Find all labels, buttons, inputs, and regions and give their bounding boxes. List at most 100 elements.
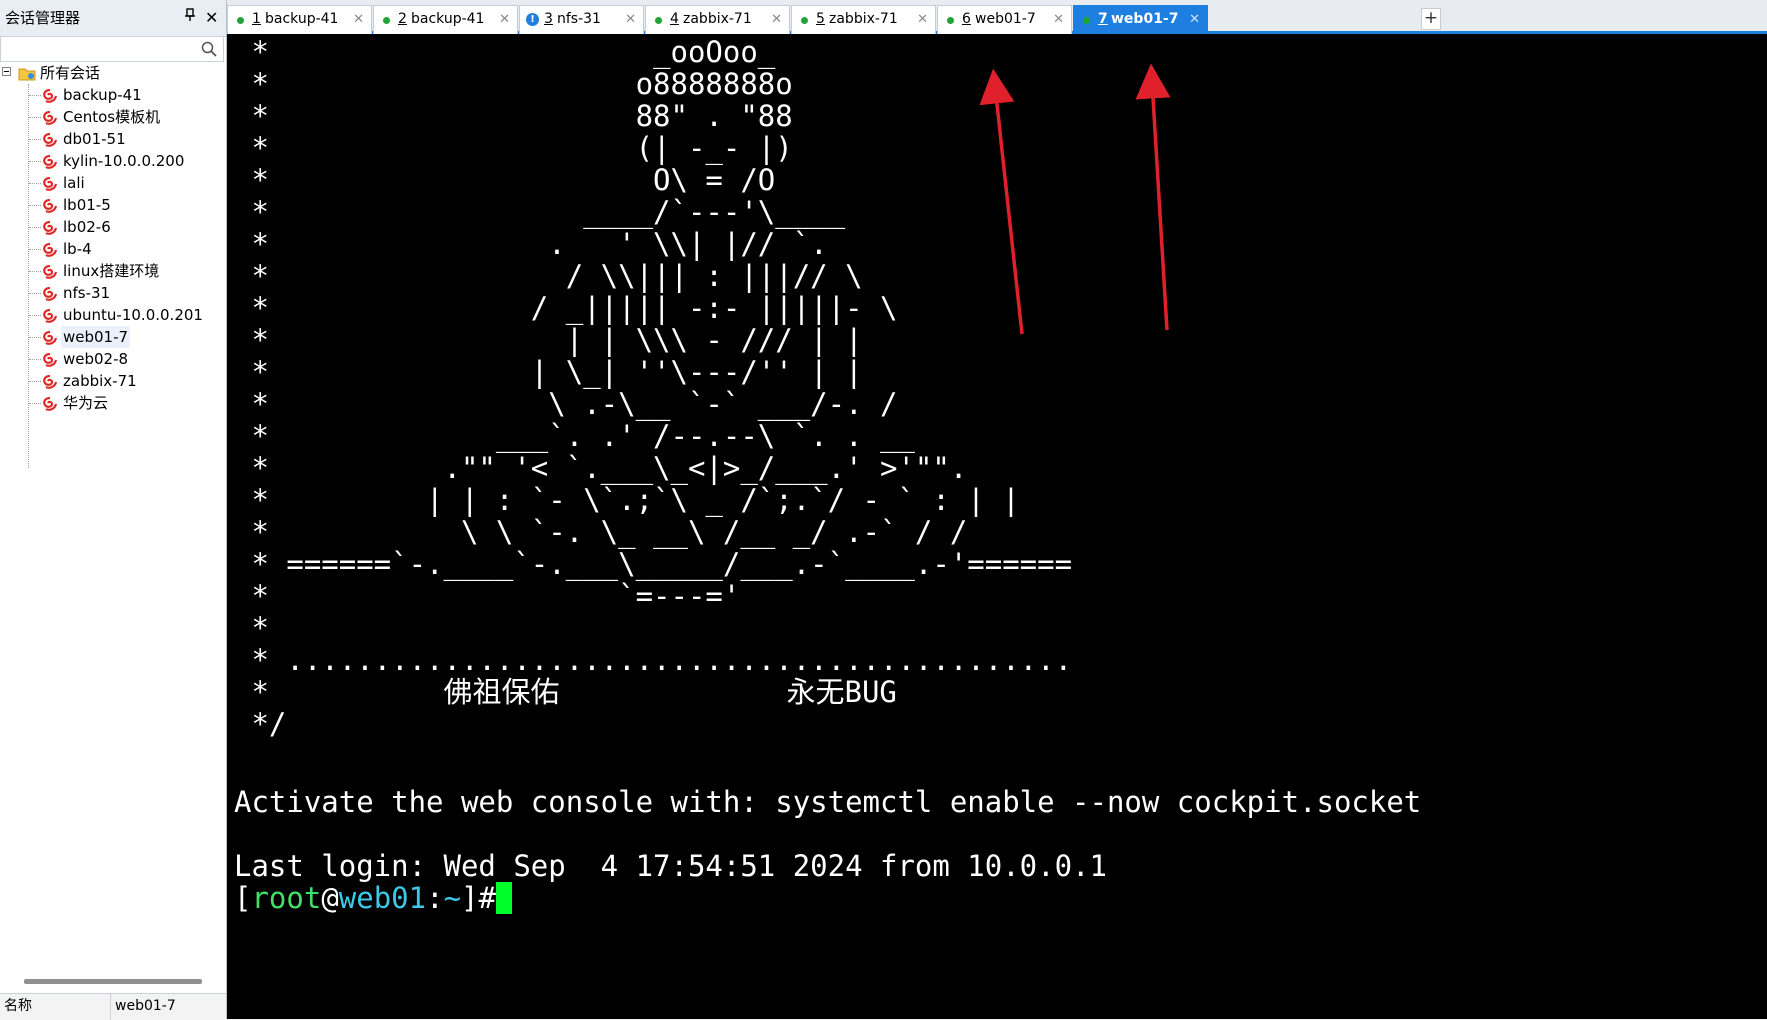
- tree-guide-line: [29, 403, 41, 404]
- tree-guide-line: [29, 139, 41, 140]
- session-search-input[interactable]: [0, 36, 224, 62]
- session-item-label: linux搭建环境: [63, 262, 160, 280]
- properties-row: 名称 web01-7: [0, 993, 226, 1020]
- session-tab-bar: 1 backup-41 ✕ 2 backup-41 ✕! 3 nfs-31 ✕ 4 zabbix-7…: [227, 0, 1767, 34]
- connected-status-icon: [801, 17, 808, 24]
- tab-number: 4: [670, 11, 679, 27]
- tree-guide-line: [29, 381, 41, 382]
- tree-guide-line: [29, 205, 41, 206]
- tab-number: 6: [962, 11, 971, 27]
- tab-label: zabbix-71: [683, 11, 752, 27]
- session-item[interactable]: nfs-31: [0, 282, 226, 304]
- tab-close-icon[interactable]: ✕: [1189, 6, 1200, 33]
- session-item[interactable]: web01-7: [0, 326, 226, 348]
- session-item[interactable]: web02-8: [0, 348, 226, 370]
- tree-root-label: 所有会话: [40, 64, 101, 82]
- session-item-label: lali: [63, 174, 85, 192]
- session-item[interactable]: lb02-6: [0, 216, 226, 238]
- session-item[interactable]: db01-51: [0, 128, 226, 150]
- session-item-label: nfs-31: [63, 284, 111, 302]
- session-item[interactable]: ubuntu-10.0.0.201: [0, 304, 226, 326]
- annotation-arrow-2: [1135, 63, 1171, 331]
- tab-close-icon[interactable]: ✕: [625, 6, 636, 33]
- session-item[interactable]: zabbix-71: [0, 370, 226, 392]
- connected-status-icon: [655, 17, 662, 24]
- connected-status-icon: [383, 17, 390, 24]
- session-item[interactable]: lb-4: [0, 238, 226, 260]
- session-manager-panel: 会话管理器 ✕ 所有会话 backup-41 Centos模板机 db01-51 ky…: [0, 0, 227, 1020]
- session-item[interactable]: Centos模板机: [0, 106, 226, 128]
- tab-close-icon[interactable]: ✕: [499, 6, 510, 33]
- tab-label: backup-41: [265, 11, 339, 27]
- session-item-label: 华为云: [63, 394, 109, 412]
- tab-session[interactable]: 6 web01-7 ✕: [937, 5, 1072, 34]
- tree-guide-line: [29, 227, 41, 228]
- tab-label: backup-41: [411, 11, 485, 27]
- pin-icon[interactable]: [184, 0, 196, 36]
- tab-number: 7: [1098, 11, 1108, 27]
- new-tab-button[interactable]: +: [1421, 8, 1441, 30]
- annotation-arrow-1: [979, 68, 1024, 335]
- session-item[interactable]: backup-41: [0, 84, 226, 106]
- connected-status-icon: [1083, 17, 1090, 24]
- session-item-label: lb02-6: [63, 218, 111, 236]
- annotation-arrows: [979, 63, 1171, 335]
- property-name-label: 名称: [4, 998, 32, 1014]
- tab-session[interactable]: 2 backup-41 ✕: [373, 5, 518, 34]
- tab-close-icon[interactable]: ✕: [917, 6, 928, 33]
- tab-label: web01-7: [975, 11, 1036, 27]
- tab-session[interactable]: 7 web01-7 ✕: [1073, 5, 1208, 34]
- session-item-label: web02-8: [63, 350, 129, 368]
- search-icon[interactable]: [201, 41, 217, 57]
- tab-number: 3: [544, 11, 553, 27]
- tab-session[interactable]: ! 3 nfs-31 ✕: [519, 5, 644, 34]
- session-item-label: db01-51: [63, 130, 126, 148]
- tree-guide-line: [29, 293, 41, 294]
- tree-guide-line: [29, 161, 41, 162]
- session-item[interactable]: lali: [0, 172, 226, 194]
- tree-guide-line: [29, 359, 41, 360]
- tree-guide-line: [29, 95, 41, 96]
- session-item-label: Centos模板机: [63, 108, 161, 126]
- tab-label: zabbix-71: [829, 11, 898, 27]
- session-item-label: zabbix-71: [63, 372, 137, 390]
- tree-guide-line: [29, 271, 41, 272]
- tab-close-icon[interactable]: ✕: [353, 6, 364, 33]
- collapse-toggle-icon[interactable]: [2, 67, 11, 76]
- session-item-label: lb-4: [63, 240, 92, 258]
- connected-status-icon: [237, 17, 244, 24]
- tree-guide-line: [29, 249, 41, 250]
- tab-session[interactable]: 4 zabbix-71 ✕: [645, 5, 790, 34]
- tree-guide-line: [29, 337, 41, 338]
- tree-root-all-sessions[interactable]: 所有会话: [0, 62, 226, 84]
- tree-guide-line: [29, 183, 41, 184]
- tab-label: nfs-31: [557, 11, 601, 27]
- session-manager-header: 会话管理器 ✕: [0, 0, 226, 37]
- tab-label: web01-7: [1111, 11, 1179, 27]
- tree-guide-line: [29, 117, 41, 118]
- session-item-label: web01-7: [61, 326, 131, 348]
- tab-close-icon[interactable]: ✕: [771, 6, 782, 33]
- tab-number: 2: [398, 11, 407, 27]
- tab-number: 1: [252, 11, 261, 27]
- session-item-label: ubuntu-10.0.0.201: [63, 306, 203, 324]
- connected-status-icon: [947, 17, 954, 24]
- session-item[interactable]: kylin-10.0.0.200: [0, 150, 226, 172]
- close-icon[interactable]: ✕: [205, 0, 218, 36]
- tab-number: 5: [816, 11, 825, 27]
- sidebar-scrollbar[interactable]: [24, 979, 202, 984]
- tab-session[interactable]: 1 backup-41 ✕: [227, 5, 372, 34]
- terminal-view[interactable]: * _ooOoo_ * o8888888o * 88" . "88 * (| -…: [227, 34, 1767, 1019]
- session-item[interactable]: linux搭建环境: [0, 260, 226, 282]
- tab-session[interactable]: 5 zabbix-71 ✕: [791, 5, 936, 34]
- session-item[interactable]: 华为云: [0, 392, 226, 414]
- property-value: web01-7: [115, 998, 176, 1014]
- info-status-icon: !: [526, 13, 539, 26]
- session-item-label: lb01-5: [63, 196, 111, 214]
- tab-close-icon[interactable]: ✕: [1053, 6, 1064, 33]
- session-item-label: kylin-10.0.0.200: [63, 152, 185, 170]
- column-divider: [110, 994, 111, 1020]
- tree-guide-line: [29, 315, 41, 316]
- session-item-label: backup-41: [63, 86, 142, 104]
- session-item[interactable]: lb01-5: [0, 194, 226, 216]
